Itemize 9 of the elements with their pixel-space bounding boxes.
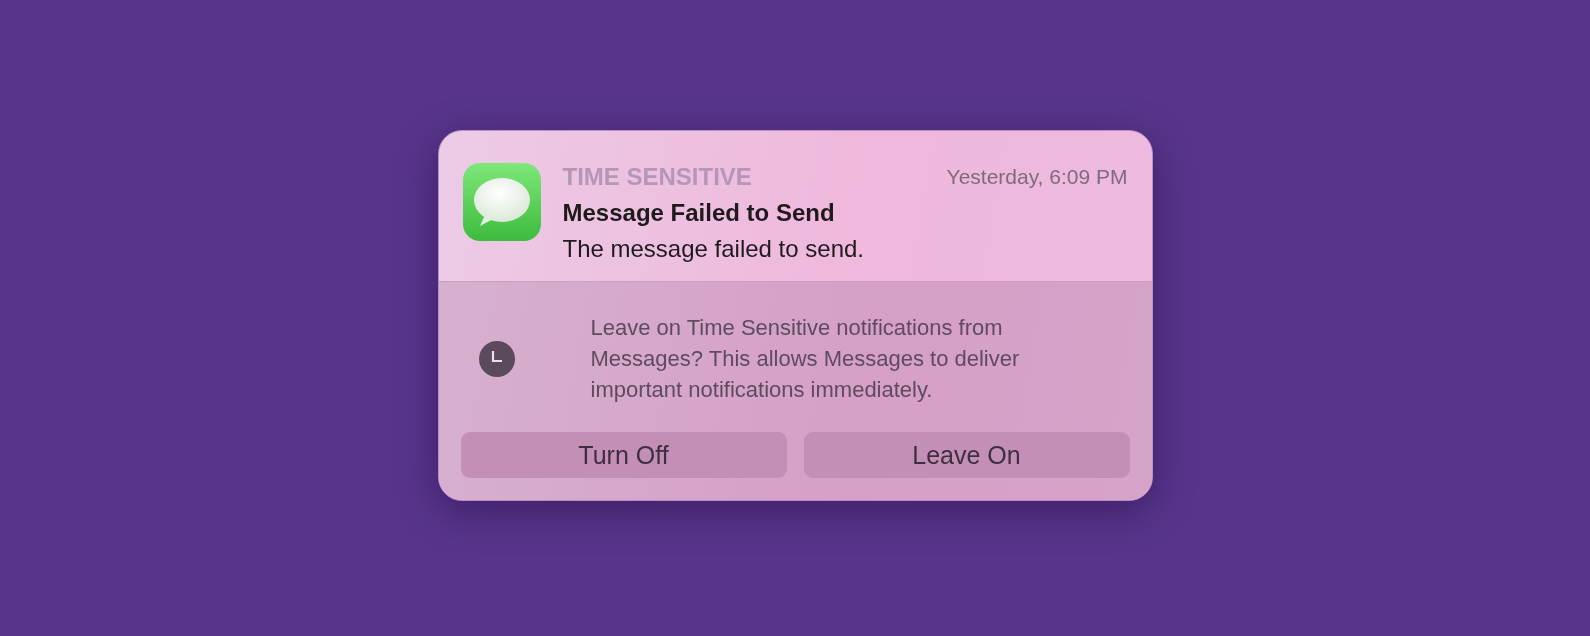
clock-icon (478, 340, 515, 377)
notification-title: Message Failed to Send (562, 199, 836, 227)
turn-off-button[interactable]: Turn Off (460, 432, 787, 478)
prompt-text: Leave on Time Sensitive notifications from Messages? This allows Messages to deliver important notifications immediately. (590, 314, 1021, 404)
timestamp: Yesterday, 6:09 PM (946, 165, 1128, 189)
speech-bubble-icon[interactable] (462, 163, 541, 241)
category-label: TIME SENSITIVE (562, 163, 752, 191)
leave-on-button[interactable]: Leave On (803, 432, 1130, 478)
notification-body: The message failed to send. (562, 235, 865, 263)
